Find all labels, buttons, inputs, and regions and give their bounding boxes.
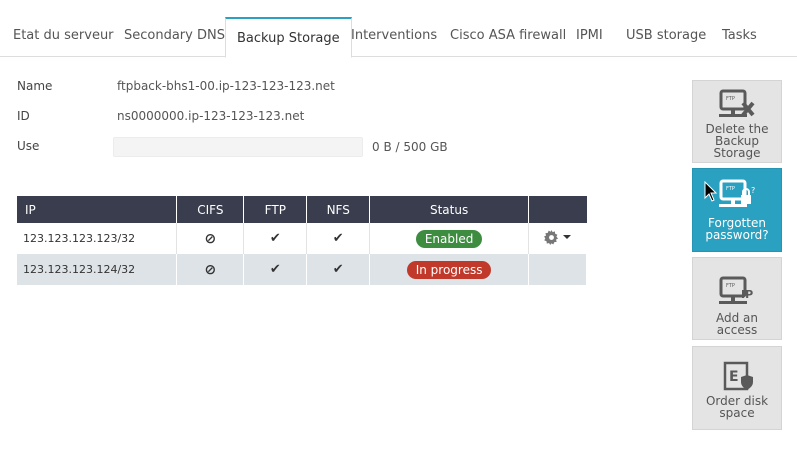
exchange-shield-icon: E: [723, 361, 753, 391]
svg-text:FTP: FTP: [726, 186, 735, 192]
ftp-ip-icon: FTP IP: [719, 276, 753, 304]
cifs-disabled-icon: ⊘: [176, 223, 245, 254]
row-actions: [528, 254, 587, 285]
add-access-label: Add an access: [715, 311, 758, 337]
row-status: Enabled: [369, 223, 530, 254]
chevron-down-icon: [563, 235, 572, 239]
header-ftp: FTP: [243, 196, 308, 223]
row-ip: 123.123.123.124/32: [17, 254, 178, 285]
ftp-server-lock-icon: FTP ?: [719, 179, 755, 207]
id-value: ns0000000.ip-123-123-123.net: [117, 109, 305, 123]
header-nfs: NFS: [306, 196, 371, 223]
status-badge: In progress: [406, 260, 492, 279]
use-value: 0 B / 500 GB: [372, 140, 448, 154]
cifs-disabled-icon: ⊘: [176, 254, 245, 285]
nfs-check-icon: ✔: [306, 254, 371, 285]
tab-tasks[interactable]: Tasks: [722, 17, 757, 57]
mouse-cursor-icon: [704, 181, 718, 202]
add-access-button[interactable]: FTP IP Add an access: [692, 257, 782, 340]
id-label: ID: [17, 109, 30, 123]
usage-bar: [113, 137, 363, 157]
delete-backup-storage-label: Delete the Backup Storage: [705, 122, 769, 160]
order-disk-space-button[interactable]: E Order disk space: [692, 346, 782, 430]
delete-backup-storage-button[interactable]: FTP Delete the Backup Storage: [692, 80, 782, 163]
tab-bar: Etat du serveur Secondary DNS Backup Sto…: [0, 17, 797, 58]
actions-dropdown[interactable]: [544, 229, 572, 245]
use-label: Use: [17, 139, 40, 153]
row-status: In progress: [369, 254, 530, 285]
tab-backup-storage[interactable]: Backup Storage: [225, 17, 352, 58]
name-value: ftpback-bhs1-00.ip-123-123-123.net: [117, 79, 335, 93]
row-ip: 123.123.123.123/32: [17, 223, 178, 254]
svg-text:E: E: [729, 369, 739, 385]
gear-icon[interactable]: [544, 229, 559, 245]
access-table: IP CIFS FTP NFS Status 123.123.123.123/3…: [17, 196, 587, 285]
tab-secondary-dns[interactable]: Secondary DNS: [124, 17, 225, 57]
svg-text:FTP: FTP: [726, 283, 735, 289]
header-status: Status: [369, 196, 530, 223]
tab-usb-storage[interactable]: USB storage: [626, 17, 706, 57]
tab-interventions[interactable]: Interventions: [351, 17, 437, 57]
svg-text:IP: IP: [741, 288, 753, 301]
table-row: 123.123.123.123/32 ⊘ ✔ ✔ Enabled: [17, 223, 587, 254]
nfs-check-icon: ✔: [306, 223, 371, 254]
name-label: Name: [17, 79, 53, 93]
table-row: 123.123.123.124/32 ⊘ ✔ ✔ In progress: [17, 254, 587, 285]
header-cifs: CIFS: [176, 196, 245, 223]
header-ip: IP: [17, 196, 178, 223]
forgotten-password-label: Forgotten password?: [705, 216, 769, 242]
svg-text:FTP: FTP: [726, 96, 735, 102]
table-header-row: IP CIFS FTP NFS Status: [17, 196, 587, 223]
tab-ipmi[interactable]: IPMI: [576, 17, 603, 57]
ftp-server-delete-icon: FTP: [719, 89, 755, 117]
tab-cisco-asa-firewall[interactable]: Cisco ASA firewall: [450, 17, 566, 57]
tab-etat-du-serveur[interactable]: Etat du serveur: [13, 17, 114, 57]
ftp-check-icon: ✔: [243, 254, 308, 285]
header-actions: [528, 196, 587, 223]
status-badge: Enabled: [415, 229, 483, 248]
svg-text:?: ?: [751, 186, 755, 195]
ftp-check-icon: ✔: [243, 223, 308, 254]
order-disk-space-label: Order disk space: [705, 394, 769, 420]
row-actions: [529, 223, 587, 254]
